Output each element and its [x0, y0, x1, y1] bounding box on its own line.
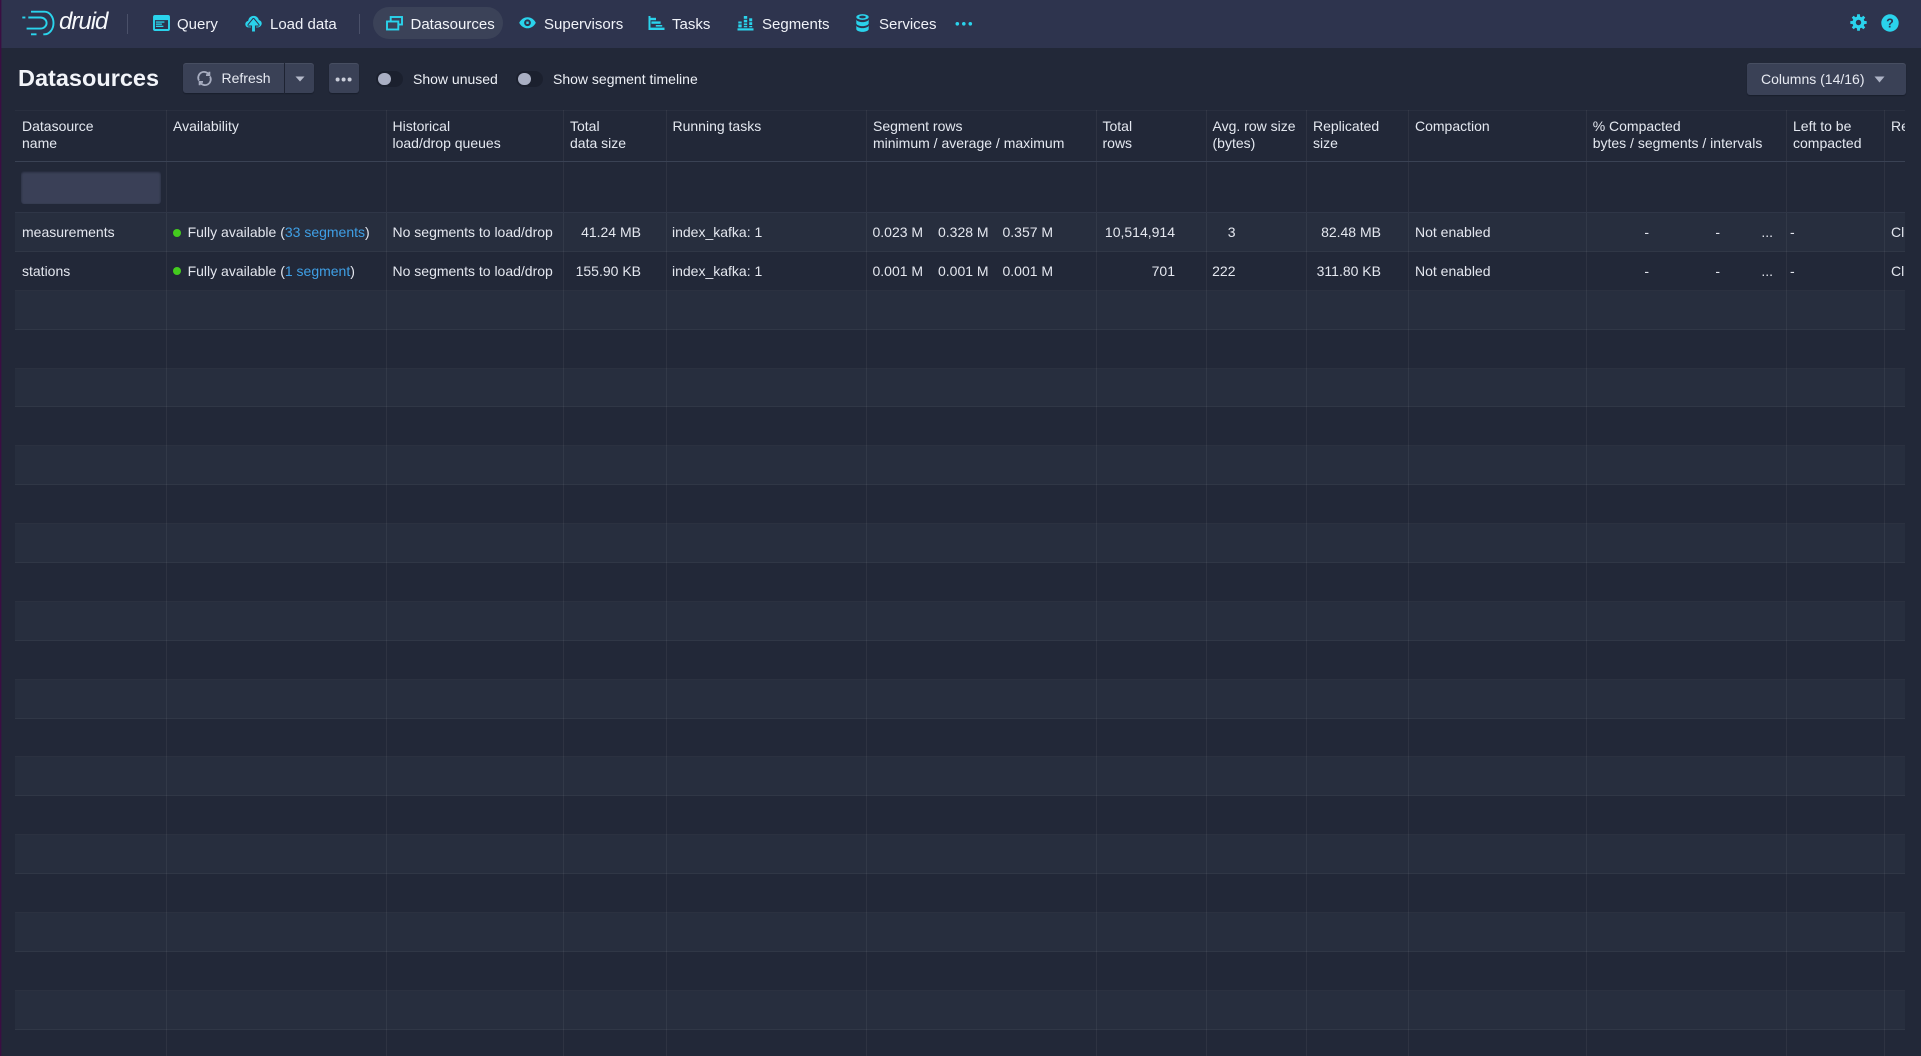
- svg-text:?: ?: [1886, 16, 1894, 30]
